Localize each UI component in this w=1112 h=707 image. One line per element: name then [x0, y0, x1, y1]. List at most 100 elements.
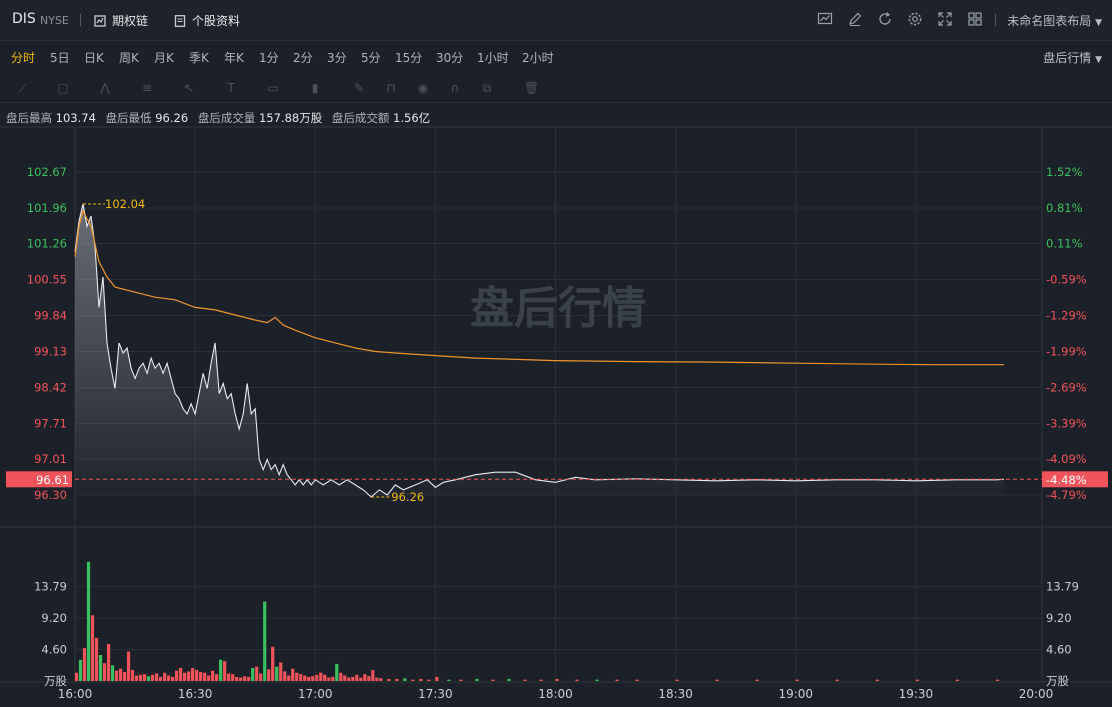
volume-bar [110, 665, 115, 681]
volume-bar [307, 676, 311, 681]
volume-bar [539, 679, 543, 681]
period-tabs: 分时 5日 日K 周K 月K 季K 年K 1分 2分 3分 5分 15分 30分 1小时 2小时 [0, 44, 1112, 70]
volume-bar [351, 676, 355, 681]
volume-bar [411, 679, 415, 681]
draw-icon[interactable] [846, 11, 864, 29]
tab-period-11[interactable]: 15分 [395, 49, 422, 66]
volume-bar [303, 675, 307, 681]
grid-icon[interactable] [966, 11, 984, 29]
rectangle-tool-icon[interactable]: ▢ [56, 81, 70, 95]
volume-bar [255, 666, 259, 681]
channel-tool-icon[interactable]: ≡ [140, 81, 154, 95]
volume-bar [154, 673, 159, 681]
session-select[interactable]: 盘后行情 ▼ [1043, 49, 1102, 66]
volume-bar [130, 670, 135, 681]
price-lines [74, 203, 1042, 498]
volume-tick-label: 13.79 [34, 580, 67, 594]
volume-bar [675, 679, 679, 681]
arrow-tool-icon[interactable]: ↖ [182, 81, 196, 95]
tab-period-12[interactable]: 30分 [436, 49, 463, 66]
max-marker-label: 102.04 [105, 197, 145, 211]
volume-bar [134, 675, 139, 681]
tab-period-4[interactable]: 月K [154, 49, 174, 66]
tab-period-5[interactable]: 季K [189, 49, 209, 66]
lock-tool-icon[interactable]: ⊓ [384, 81, 398, 95]
volume-bar [875, 679, 879, 681]
tab-period-10[interactable]: 5分 [361, 49, 381, 66]
volume-bar [359, 677, 363, 681]
volume-bar [835, 679, 839, 681]
tab-period-2[interactable]: 日K [84, 49, 104, 66]
wave-tool-icon[interactable]: ⋀ [98, 81, 112, 95]
refresh-icon[interactable] [876, 11, 894, 29]
price-tick-label: 98.42 [34, 381, 67, 395]
volume-bar [491, 679, 495, 681]
volume-bar [375, 677, 379, 681]
x-tick-label: 20:00 [1019, 687, 1054, 701]
line-tool-icon[interactable]: ⟋ [16, 81, 30, 95]
volume-bar [363, 674, 367, 681]
layout-label: 未命名图表布局 [1007, 14, 1092, 28]
measure-tool-icon[interactable]: ▮ [308, 81, 322, 95]
trash-tool-icon[interactable]: 🗑 [524, 81, 539, 95]
volume-bar [331, 676, 335, 681]
volume-bar [158, 676, 163, 681]
volume-bar [387, 678, 391, 681]
percent-tick-label: -3.39% [1046, 417, 1087, 431]
options-chain-link[interactable]: 期权链 [94, 12, 148, 29]
tab-period-7[interactable]: 1分 [259, 49, 279, 66]
settings-icon[interactable] [906, 11, 924, 29]
brush-tool-icon[interactable]: ✎ [352, 81, 366, 95]
comment-tool-icon[interactable]: ▭ [266, 81, 280, 95]
ah-low-value: 96.26 [155, 111, 189, 125]
volume-bar [955, 679, 960, 681]
indicator-icon[interactable] [816, 11, 834, 29]
stock-profile-link[interactable]: 个股资料 [174, 12, 240, 29]
ticker-symbol: DIS [12, 11, 36, 27]
volume-bar [215, 674, 219, 681]
price-tick-label: 96.30 [34, 488, 67, 502]
eye-tool-icon[interactable]: ◉ [416, 81, 430, 95]
percent-tick-label: -0.59% [1046, 272, 1087, 286]
volume-tick-label-right: 万股 [1046, 674, 1069, 688]
volume-bar [447, 679, 451, 681]
tab-period-6[interactable]: 年K [224, 49, 244, 66]
price-tick-label: 97.71 [34, 417, 67, 431]
volume-bar [523, 679, 527, 681]
tab-period-3[interactable]: 周K [119, 49, 139, 66]
magnet-tool-icon[interactable]: ∩ [448, 81, 462, 95]
tab-period-13[interactable]: 1小时 [477, 49, 509, 66]
volume-bar [287, 675, 291, 681]
volume-bar [239, 677, 243, 681]
volume-bar [311, 676, 315, 681]
price-area [75, 203, 1004, 497]
percent-tick-label: -4.09% [1046, 452, 1087, 466]
intraday-chart[interactable]: 盘后行情 16:00 16:30 17:00 17:30 18:00 18:30 19:00… [0, 125, 1112, 707]
volume-bar [94, 637, 99, 681]
tab-period-9[interactable]: 3分 [327, 49, 347, 66]
layout-select[interactable]: 未命名图表布局 ▼ [1007, 12, 1102, 29]
volume-bar [299, 674, 303, 681]
copy-tool-icon[interactable]: ⧉ [480, 81, 494, 95]
percent-tick-label: -4.79% [1046, 488, 1087, 502]
volume-bar [343, 675, 347, 681]
tab-period-1[interactable]: 5日 [50, 49, 70, 66]
text-tool-icon[interactable]: T [224, 81, 238, 95]
tab-period-14[interactable]: 2小时 [522, 49, 554, 66]
volume-bar [355, 674, 359, 681]
volume-bar [995, 679, 1000, 681]
min-marker-label: 96.26 [391, 490, 424, 504]
volume-bar [195, 670, 199, 681]
tab-period-0[interactable]: 分时 [11, 49, 35, 66]
volume-bar [243, 676, 247, 681]
volume-bar [319, 672, 323, 681]
volume-bar [219, 659, 223, 681]
fullscreen-icon[interactable] [936, 11, 954, 29]
tab-period-8[interactable]: 2分 [293, 49, 313, 66]
volume-bar [275, 666, 279, 681]
volume-bar [179, 667, 183, 681]
volume-bar [371, 670, 375, 681]
volume-tick-label: 9.20 [41, 611, 67, 625]
volume-bar [187, 671, 191, 681]
x-tick-label: 16:00 [58, 687, 93, 701]
